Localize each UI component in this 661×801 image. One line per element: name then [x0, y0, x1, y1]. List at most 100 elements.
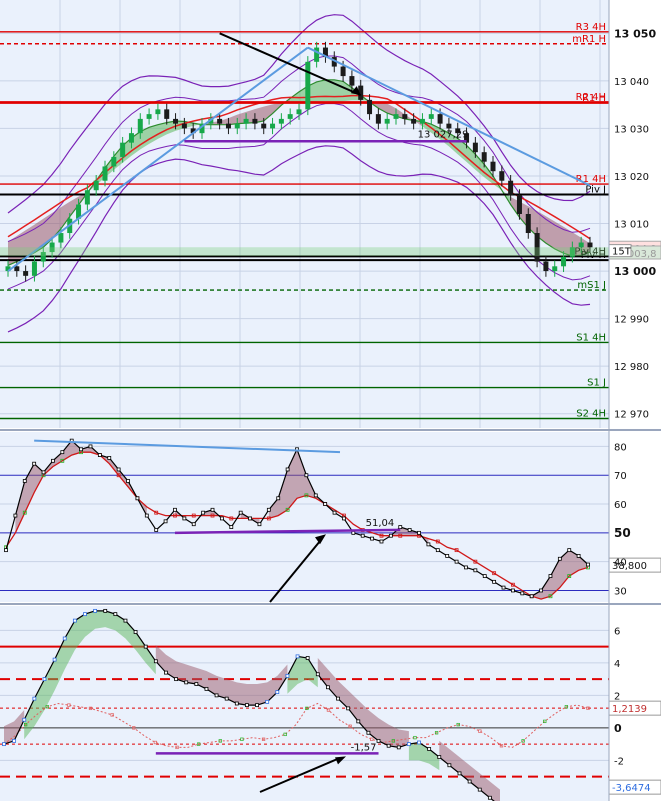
- rsi-point: [379, 539, 384, 544]
- macd-point: [295, 654, 300, 659]
- candle-body: [287, 114, 293, 119]
- macd-point: [153, 659, 158, 664]
- rsi-point: [22, 479, 27, 483]
- y-tick-label: 13 040: [614, 77, 649, 88]
- candle-body: [58, 233, 64, 243]
- candle-body: [552, 266, 558, 272]
- price-y-axis: 13 050 13 040 13 030 13 020 13 010 13 000 12 9…: [614, 27, 656, 420]
- candle-body: [120, 142, 126, 157]
- y-tick-label: 12 990: [614, 315, 649, 326]
- rsi-point: [210, 507, 215, 512]
- price-pane: R1 JR3 4HmR1 HR2 4HR1 HR1 4HPiv JPiv 4HP…: [0, 0, 661, 428]
- candle-body: [296, 109, 302, 115]
- rsi-point: [201, 510, 206, 515]
- candle-body: [340, 66, 346, 77]
- rsi-point: [492, 579, 497, 584]
- macd-point: [12, 738, 17, 743]
- timeframe-badge-label: 15T: [612, 247, 632, 258]
- rsi-point: [388, 533, 393, 538]
- rsi-point: [60, 450, 65, 455]
- macd-point: [174, 677, 178, 682]
- candle-body: [314, 47, 320, 62]
- last-value-label: -3,6474: [612, 783, 651, 794]
- macd-point: [184, 680, 189, 685]
- y-tick-label: 4: [614, 659, 620, 670]
- candle-body: [402, 114, 408, 119]
- candle-body: [146, 114, 152, 119]
- candle-body: [525, 214, 531, 234]
- rsi-point: [220, 516, 224, 521]
- macd-point: [406, 742, 411, 747]
- macd-point: [224, 696, 229, 701]
- rsi-point: [182, 516, 187, 521]
- rsi-point: [426, 542, 431, 547]
- candle-body: [393, 114, 399, 119]
- y-tick-label: 12 980: [614, 362, 649, 373]
- rsi-point: [520, 591, 525, 596]
- rsi-point: [229, 525, 234, 529]
- macd-point: [42, 677, 47, 682]
- candle-body: [543, 261, 549, 272]
- last-value-label: 1,2139: [612, 704, 647, 715]
- y-tick-label: 0: [614, 722, 622, 735]
- rsi-point: [313, 493, 318, 498]
- candle-body: [305, 61, 311, 110]
- macd-point: [467, 779, 472, 784]
- rsi-point: [511, 588, 515, 593]
- rsi-point: [567, 548, 572, 553]
- macd-point: [447, 763, 452, 768]
- candle-body: [155, 109, 161, 115]
- annotation-label: 51,04: [366, 518, 395, 529]
- rsi-pane-background: [0, 432, 609, 602]
- candle-body: [128, 133, 134, 143]
- level-label: S1 4H: [576, 332, 606, 343]
- macd-point: [417, 740, 421, 745]
- candle-body: [225, 123, 231, 129]
- candle-body: [84, 190, 90, 205]
- annotation-label: 13 027,29: [418, 129, 469, 140]
- rsi-point: [276, 496, 281, 501]
- level-label: R3 4H: [576, 22, 606, 33]
- macd-point: [326, 685, 330, 690]
- macd-point: [234, 701, 239, 706]
- rsi-point: [464, 565, 468, 570]
- candle-body: [516, 194, 522, 214]
- macd-point: [83, 612, 87, 617]
- macd-point: [336, 696, 340, 701]
- macd-point: [2, 742, 6, 747]
- rsi-point: [445, 553, 450, 558]
- rsi-point: [163, 519, 168, 524]
- rsi-point: [454, 559, 459, 564]
- candle-body: [137, 118, 143, 134]
- candle-body: [278, 118, 284, 124]
- candle-body: [261, 123, 267, 129]
- rsi-point: [107, 456, 112, 460]
- rsi-point: [135, 496, 140, 501]
- rsi-point: [144, 513, 149, 518]
- price-band: [0, 247, 609, 256]
- candle-body: [252, 118, 258, 124]
- rsi-point: [116, 467, 121, 472]
- macd-point: [214, 693, 219, 698]
- macd-point: [52, 657, 57, 662]
- macd-point: [72, 618, 77, 623]
- rsi-point: [501, 585, 506, 590]
- macd-point: [366, 730, 371, 735]
- rsi-y-axis: 80 70 60 50 40 30: [614, 442, 631, 597]
- candle-body: [499, 171, 505, 181]
- rsi-point: [173, 507, 177, 512]
- macd-point: [356, 719, 361, 724]
- macd-pane: -1,57 1,2139 -3,6474 6 4 2 0 -2: [0, 606, 661, 801]
- macd-point: [204, 686, 209, 691]
- candle-body: [472, 142, 478, 153]
- rsi-point: [285, 467, 290, 472]
- macd-point: [103, 608, 108, 613]
- y-tick-label: 12 970: [614, 410, 649, 421]
- candle-body: [367, 99, 373, 115]
- y-tick-label: -2: [614, 756, 624, 767]
- macd-point: [62, 636, 67, 641]
- macd-point: [123, 618, 128, 623]
- candle-body: [446, 123, 452, 129]
- candle-body: [587, 242, 593, 248]
- macd-point: [437, 755, 442, 760]
